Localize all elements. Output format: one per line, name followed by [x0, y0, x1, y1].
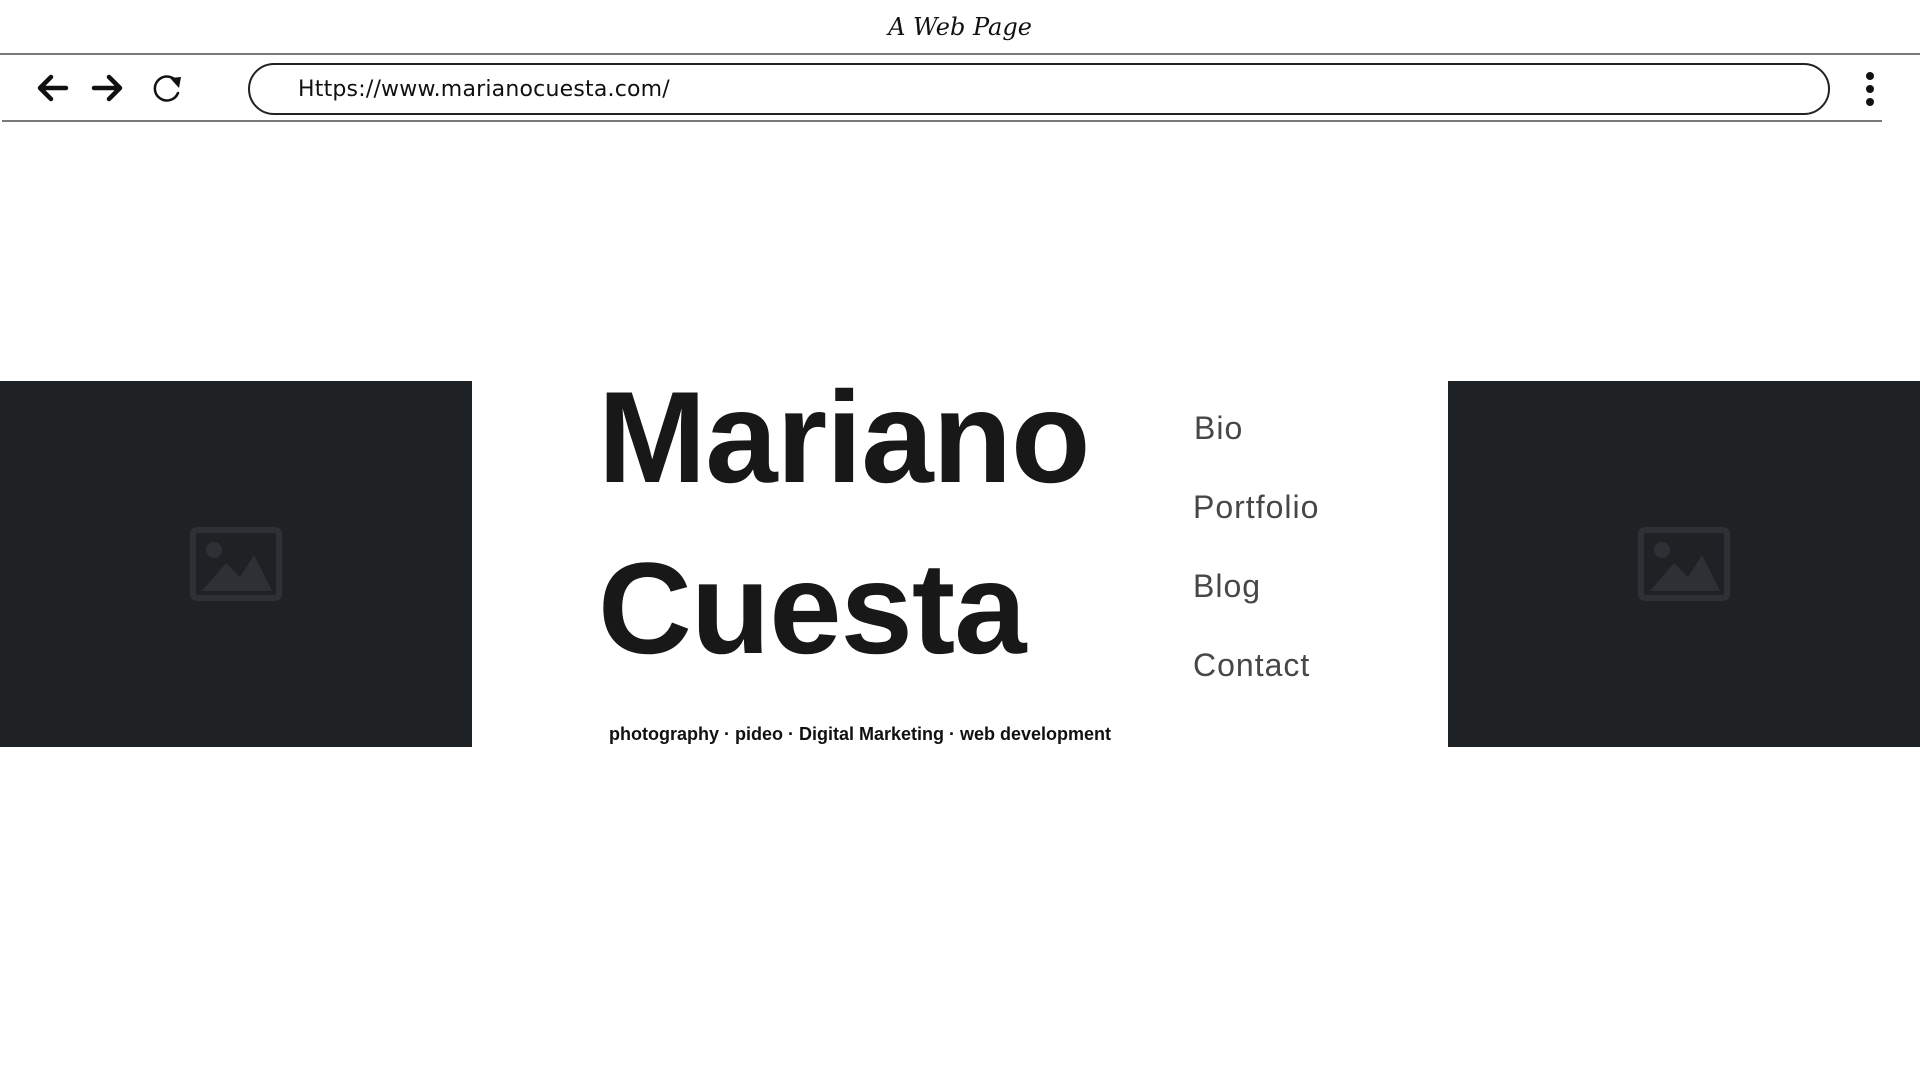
hero-first-name: Mariano	[598, 364, 1090, 510]
nav-link-contact[interactable]: Contact	[1193, 647, 1310, 684]
browser-window: A Web Page Https://www.marianocuesta.com…	[0, 0, 1920, 1080]
image-icon	[190, 527, 282, 601]
window-title: A Web Page	[888, 12, 1032, 41]
arrow-left-icon	[37, 74, 69, 102]
reload-button[interactable]	[146, 66, 190, 110]
kebab-menu-icon	[1866, 72, 1874, 80]
arrow-right-icon	[91, 74, 123, 102]
forward-button[interactable]	[86, 66, 130, 110]
nav-link-bio[interactable]: Bio	[1194, 410, 1243, 447]
hero-tagline: photography · pideo · Digital Marketing …	[609, 724, 1112, 744]
nav-link-blog[interactable]: Blog	[1193, 568, 1261, 605]
address-bar[interactable]: Https://www.marianocuesta.com/	[248, 63, 1830, 115]
browser-toolbar: Https://www.marianocuesta.com/	[2, 55, 1882, 122]
nav-link-portfolio[interactable]: Portfolio	[1193, 489, 1319, 526]
reload-icon	[153, 75, 181, 102]
browser-menu-button[interactable]	[1858, 69, 1882, 109]
kebab-dot	[1866, 98, 1874, 106]
url-text: Https://www.marianocuesta.com/	[298, 76, 670, 102]
image-icon	[1638, 527, 1730, 601]
back-button[interactable]	[30, 66, 74, 110]
hero-last-name: Cuesta	[598, 535, 1026, 681]
hero-image-left	[0, 381, 472, 747]
title-bar: A Web Page	[0, 0, 1920, 55]
kebab-dot	[1866, 85, 1874, 93]
hero-image-right	[1448, 381, 1920, 747]
